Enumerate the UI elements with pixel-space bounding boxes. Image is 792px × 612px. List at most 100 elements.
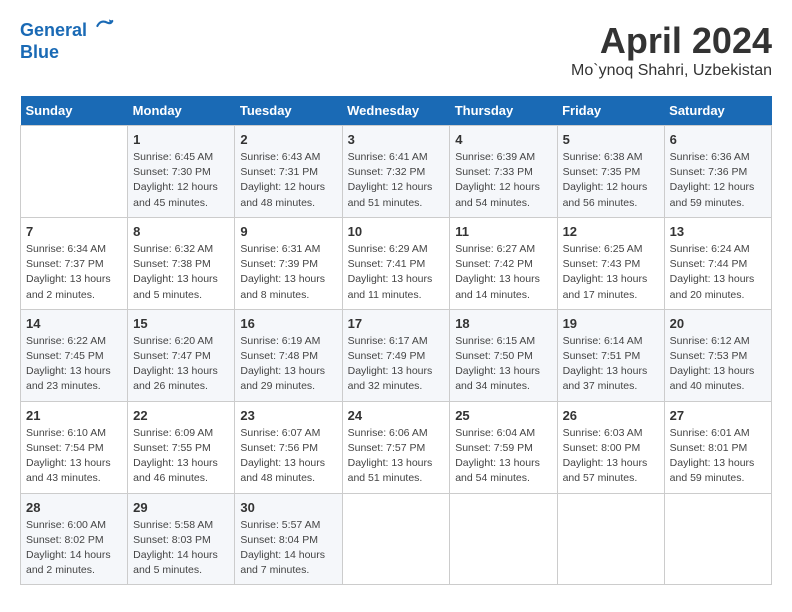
- day-number: 10: [348, 224, 445, 239]
- calendar-cell: 18 Sunrise: 6:15 AM Sunset: 7:50 PM Dayli…: [450, 309, 557, 401]
- calendar-cell: 22 Sunrise: 6:09 AM Sunset: 7:55 PM Dayli…: [128, 401, 235, 493]
- calendar-location: Mo`ynoq Shahri, Uzbekistan: [571, 62, 772, 80]
- calendar-cell: 20 Sunrise: 6:12 AM Sunset: 7:53 PM Dayli…: [664, 309, 771, 401]
- weekday-header-cell: Monday: [128, 96, 235, 126]
- day-info: Sunrise: 6:01 AM Sunset: 8:01 PM Dayligh…: [670, 426, 766, 487]
- calendar-cell: 26Sunrise: 6:03 AM Sunset: 8:00 PM Dayli…: [557, 401, 664, 493]
- page-header: General Blue April 2024 Mo`ynoq Shahri, …: [20, 20, 772, 80]
- day-number: 2: [240, 132, 336, 147]
- calendar-title: April 2024: [571, 20, 772, 62]
- day-info: Sunrise: 6:20 AM Sunset: 7:47 PM Dayligh…: [133, 334, 229, 395]
- calendar-body: 1Sunrise: 6:45 AM Sunset: 7:30 PM Daylig…: [21, 126, 772, 585]
- calendar-cell: [21, 126, 128, 218]
- day-number: 28: [26, 500, 122, 515]
- calendar-cell: 21 Sunrise: 6:10 AM Sunset: 7:54 PM Dayli…: [21, 401, 128, 493]
- calendar-cell: 13Sunrise: 6:24 AM Sunset: 7:44 PM Dayli…: [664, 217, 771, 309]
- calendar-cell: 19Sunrise: 6:14 AM Sunset: 7:51 PM Dayli…: [557, 309, 664, 401]
- calendar-week-row: 14 Sunrise: 6:22 AM Sunset: 7:45 PM Dayli…: [21, 309, 772, 401]
- day-info: Sunrise: 6:07 AM Sunset: 7:56 PM Dayligh…: [240, 426, 336, 487]
- calendar-cell: 9 Sunrise: 6:31 AM Sunset: 7:39 PM Daylig…: [235, 217, 342, 309]
- weekday-header-cell: Thursday: [450, 96, 557, 126]
- day-info: Sunrise: 6:34 AM Sunset: 7:37 PM Dayligh…: [26, 242, 122, 303]
- calendar-cell: 17Sunrise: 6:17 AM Sunset: 7:49 PM Dayli…: [342, 309, 450, 401]
- day-number: 18: [455, 316, 551, 331]
- day-number: 30: [240, 500, 336, 515]
- calendar-week-row: 21 Sunrise: 6:10 AM Sunset: 7:54 PM Dayli…: [21, 401, 772, 493]
- day-number: 12: [563, 224, 659, 239]
- calendar-cell: 12 Sunrise: 6:25 AM Sunset: 7:43 PM Dayli…: [557, 217, 664, 309]
- weekday-header-cell: Friday: [557, 96, 664, 126]
- day-number: 15: [133, 316, 229, 331]
- calendar-cell: [557, 493, 664, 585]
- day-info: Sunrise: 6:09 AM Sunset: 7:55 PM Dayligh…: [133, 426, 229, 487]
- day-number: 5: [563, 132, 659, 147]
- day-info: Sunrise: 6:17 AM Sunset: 7:49 PM Dayligh…: [348, 334, 445, 395]
- calendar-week-row: 28Sunrise: 6:00 AM Sunset: 8:02 PM Dayli…: [21, 493, 772, 585]
- day-info: Sunrise: 6:32 AM Sunset: 7:38 PM Dayligh…: [133, 242, 229, 303]
- calendar-cell: 4 Sunrise: 6:39 AM Sunset: 7:33 PM Daylig…: [450, 126, 557, 218]
- logo-icon: [94, 16, 114, 36]
- day-number: 16: [240, 316, 336, 331]
- day-info: Sunrise: 6:12 AM Sunset: 7:53 PM Dayligh…: [670, 334, 766, 395]
- day-info: Sunrise: 6:43 AM Sunset: 7:31 PM Dayligh…: [240, 150, 336, 211]
- calendar-cell: 27Sunrise: 6:01 AM Sunset: 8:01 PM Dayli…: [664, 401, 771, 493]
- day-number: 23: [240, 408, 336, 423]
- calendar-cell: 1Sunrise: 6:45 AM Sunset: 7:30 PM Daylig…: [128, 126, 235, 218]
- weekday-header-cell: Tuesday: [235, 96, 342, 126]
- calendar-cell: 11 Sunrise: 6:27 AM Sunset: 7:42 PM Dayli…: [450, 217, 557, 309]
- weekday-header-cell: Saturday: [664, 96, 771, 126]
- day-info: Sunrise: 5:58 AM Sunset: 8:03 PM Dayligh…: [133, 518, 229, 579]
- calendar-week-row: 1Sunrise: 6:45 AM Sunset: 7:30 PM Daylig…: [21, 126, 772, 218]
- calendar-cell: 23 Sunrise: 6:07 AM Sunset: 7:56 PM Dayli…: [235, 401, 342, 493]
- day-number: 25: [455, 408, 551, 423]
- day-number: 26: [563, 408, 659, 423]
- day-number: 22: [133, 408, 229, 423]
- day-number: 9: [240, 224, 336, 239]
- calendar-cell: 29Sunrise: 5:58 AM Sunset: 8:03 PM Dayli…: [128, 493, 235, 585]
- day-info: Sunrise: 6:41 AM Sunset: 7:32 PM Dayligh…: [348, 150, 445, 211]
- calendar-cell: 10 Sunrise: 6:29 AM Sunset: 7:41 PM Dayli…: [342, 217, 450, 309]
- calendar-cell: 14 Sunrise: 6:22 AM Sunset: 7:45 PM Dayli…: [21, 309, 128, 401]
- day-number: 11: [455, 224, 551, 239]
- calendar-cell: [664, 493, 771, 585]
- day-number: 3: [348, 132, 445, 147]
- day-number: 14: [26, 316, 122, 331]
- weekday-header-cell: Sunday: [21, 96, 128, 126]
- day-number: 21: [26, 408, 122, 423]
- title-block: April 2024 Mo`ynoq Shahri, Uzbekistan: [571, 20, 772, 80]
- day-info: Sunrise: 6:29 AM Sunset: 7:41 PM Dayligh…: [348, 242, 445, 303]
- day-info: Sunrise: 6:14 AM Sunset: 7:51 PM Dayligh…: [563, 334, 659, 395]
- day-number: 6: [670, 132, 766, 147]
- day-info: Sunrise: 6:06 AM Sunset: 7:57 PM Dayligh…: [348, 426, 445, 487]
- day-info: Sunrise: 6:04 AM Sunset: 7:59 PM Dayligh…: [455, 426, 551, 487]
- calendar-cell: 25 Sunrise: 6:04 AM Sunset: 7:59 PM Dayli…: [450, 401, 557, 493]
- day-info: Sunrise: 6:27 AM Sunset: 7:42 PM Dayligh…: [455, 242, 551, 303]
- calendar-cell: [342, 493, 450, 585]
- day-number: 20: [670, 316, 766, 331]
- day-info: Sunrise: 6:39 AM Sunset: 7:33 PM Dayligh…: [455, 150, 551, 211]
- calendar-week-row: 7 Sunrise: 6:34 AM Sunset: 7:37 PM Daylig…: [21, 217, 772, 309]
- day-info: Sunrise: 6:45 AM Sunset: 7:30 PM Dayligh…: [133, 150, 229, 211]
- calendar-cell: 24 Sunrise: 6:06 AM Sunset: 7:57 PM Dayli…: [342, 401, 450, 493]
- weekday-header-cell: Wednesday: [342, 96, 450, 126]
- day-number: 7: [26, 224, 122, 239]
- day-info: Sunrise: 6:31 AM Sunset: 7:39 PM Dayligh…: [240, 242, 336, 303]
- calendar-cell: 2 Sunrise: 6:43 AM Sunset: 7:31 PM Daylig…: [235, 126, 342, 218]
- day-number: 24: [348, 408, 445, 423]
- logo: General Blue: [20, 20, 114, 63]
- day-info: Sunrise: 6:19 AM Sunset: 7:48 PM Dayligh…: [240, 334, 336, 395]
- day-info: Sunrise: 6:15 AM Sunset: 7:50 PM Dayligh…: [455, 334, 551, 395]
- day-info: Sunrise: 6:22 AM Sunset: 7:45 PM Dayligh…: [26, 334, 122, 395]
- day-info: Sunrise: 5:57 AM Sunset: 8:04 PM Dayligh…: [240, 518, 336, 579]
- calendar-cell: 28Sunrise: 6:00 AM Sunset: 8:02 PM Dayli…: [21, 493, 128, 585]
- calendar-cell: 15 Sunrise: 6:20 AM Sunset: 7:47 PM Dayli…: [128, 309, 235, 401]
- day-info: Sunrise: 6:10 AM Sunset: 7:54 PM Dayligh…: [26, 426, 122, 487]
- calendar-cell: [450, 493, 557, 585]
- day-info: Sunrise: 6:25 AM Sunset: 7:43 PM Dayligh…: [563, 242, 659, 303]
- calendar-cell: 6 Sunrise: 6:36 AM Sunset: 7:36 PM Daylig…: [664, 126, 771, 218]
- calendar-cell: 16 Sunrise: 6:19 AM Sunset: 7:48 PM Dayli…: [235, 309, 342, 401]
- day-number: 4: [455, 132, 551, 147]
- day-info: Sunrise: 6:24 AM Sunset: 7:44 PM Dayligh…: [670, 242, 766, 303]
- logo-blue: Blue: [20, 42, 114, 64]
- day-info: Sunrise: 6:36 AM Sunset: 7:36 PM Dayligh…: [670, 150, 766, 211]
